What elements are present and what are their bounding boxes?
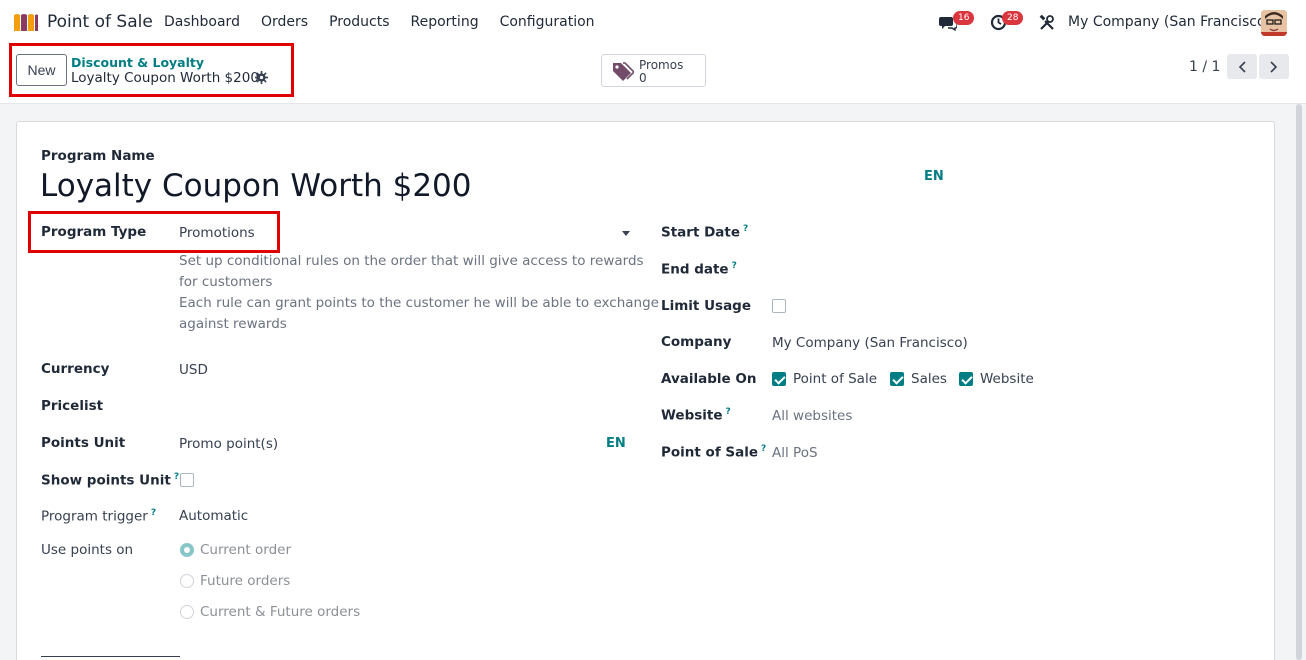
website-label: Website? bbox=[661, 407, 731, 424]
pricelist-label: Pricelist bbox=[41, 398, 104, 414]
radio-current-future-orders bbox=[180, 605, 194, 619]
pos-app-icon[interactable] bbox=[12, 11, 40, 33]
company-label: Company bbox=[661, 334, 732, 350]
end-date-label: End date? bbox=[661, 261, 737, 278]
limit-usage-checkbox[interactable] bbox=[772, 299, 786, 313]
website-text: Website bbox=[661, 407, 723, 424]
menu-reporting[interactable]: Reporting bbox=[411, 14, 479, 30]
start-date-text: Start Date bbox=[661, 224, 741, 241]
points-unit-label: Points Unit bbox=[41, 435, 126, 451]
radio-current-order-label: Current order bbox=[200, 542, 291, 558]
radio-current-order bbox=[180, 543, 194, 557]
messages-badge: 16 bbox=[953, 11, 975, 25]
help-tooltip-icon[interactable]: ? bbox=[743, 224, 748, 234]
program-type-help-line: against rewards bbox=[179, 316, 287, 332]
points-unit-input[interactable]: Promo point(s) bbox=[179, 436, 278, 452]
program-type-select[interactable]: Promotions bbox=[179, 225, 255, 241]
menu-orders[interactable]: Orders bbox=[261, 14, 308, 30]
help-tooltip-icon[interactable]: ? bbox=[732, 261, 737, 271]
point-of-sale-label: Point of Sale? bbox=[661, 444, 766, 461]
radio-current-future-orders-label: Current & Future orders bbox=[200, 604, 361, 620]
available-on-website-label: Website bbox=[980, 371, 1034, 387]
available-on-sales-label: Sales bbox=[911, 371, 947, 387]
breadcrumb-parent-link[interactable]: Discount & Loyalty bbox=[71, 55, 204, 70]
start-date-input[interactable] bbox=[772, 222, 1232, 244]
main-menu: Dashboard Orders Products Reporting Conf… bbox=[164, 14, 616, 30]
top-navbar: Point of Sale Dashboard Orders Products … bbox=[0, 0, 1306, 46]
menu-dashboard[interactable]: Dashboard bbox=[164, 14, 240, 30]
show-points-unit-label: Show points Unit? bbox=[41, 472, 179, 489]
pricelist-field[interactable] bbox=[179, 396, 619, 418]
help-tooltip-icon[interactable]: ? bbox=[726, 407, 731, 417]
menu-products[interactable]: Products bbox=[329, 14, 389, 30]
end-date-text: End date bbox=[661, 261, 729, 278]
program-type-help-line: Each rule can grant points to the custom… bbox=[179, 295, 659, 311]
help-tooltip-icon[interactable]: ? bbox=[761, 444, 766, 454]
start-date-label: Start Date? bbox=[661, 224, 748, 241]
show-points-unit-text: Show points Unit bbox=[41, 472, 171, 489]
program-name-lang-button[interactable]: EN bbox=[924, 169, 944, 184]
limit-usage-label: Limit Usage bbox=[661, 298, 752, 314]
program-trigger-label: Program trigger? bbox=[41, 508, 156, 525]
program-type-help-line: for customers bbox=[179, 274, 273, 290]
program-trigger-text: Program trigger bbox=[41, 508, 148, 525]
use-points-on-label: Use points on bbox=[41, 542, 134, 558]
program-trigger-value: Automatic bbox=[179, 508, 249, 524]
activities-badge: 28 bbox=[1002, 11, 1024, 25]
available-on-sales-checkbox[interactable] bbox=[890, 372, 904, 386]
program-name-input[interactable]: Loyalty Coupon Worth $200 bbox=[40, 168, 472, 204]
points-unit-lang-button[interactable]: EN bbox=[606, 436, 626, 451]
available-on-label: Available On bbox=[661, 371, 757, 387]
website-field[interactable]: All websites bbox=[772, 408, 852, 424]
chevron-down-icon[interactable] bbox=[622, 231, 630, 236]
point-of-sale-text: Point of Sale bbox=[661, 444, 759, 461]
program-name-label: Program Name bbox=[41, 148, 155, 164]
breadcrumb-current: Loyalty Coupon Worth $200 bbox=[71, 70, 259, 86]
promos-label: Promos bbox=[639, 58, 684, 72]
chevron-right-icon bbox=[1270, 60, 1278, 73]
point-of-sale-field[interactable]: All PoS bbox=[772, 445, 818, 461]
available-on-pos-label: Point of Sale bbox=[793, 371, 878, 387]
tab-underline bbox=[41, 656, 180, 657]
user-avatar[interactable] bbox=[1261, 10, 1287, 36]
available-on-pos-checkbox[interactable] bbox=[772, 372, 786, 386]
show-points-unit-checkbox[interactable] bbox=[180, 473, 194, 487]
end-date-input[interactable] bbox=[772, 259, 1232, 281]
currency-field[interactable]: USD bbox=[179, 362, 208, 378]
promos-count: 0 bbox=[639, 71, 647, 85]
radio-future-orders-label: Future orders bbox=[200, 573, 291, 589]
program-type-label: Program Type bbox=[41, 224, 147, 240]
help-tooltip-icon[interactable]: ? bbox=[151, 508, 156, 518]
pager-next-button[interactable] bbox=[1259, 54, 1289, 79]
pager-previous-button[interactable] bbox=[1227, 54, 1257, 79]
company-switcher[interactable]: My Company (San Francisco) bbox=[1068, 14, 1271, 30]
tools-icon[interactable] bbox=[1039, 15, 1055, 31]
company-field[interactable]: My Company (San Francisco) bbox=[772, 335, 968, 351]
help-tooltip-icon[interactable]: ? bbox=[174, 472, 179, 482]
pager-value[interactable]: 1 / 1 bbox=[1189, 59, 1220, 75]
app-name[interactable]: Point of Sale bbox=[47, 12, 153, 32]
tags-icon bbox=[613, 62, 634, 81]
gear-icon[interactable] bbox=[255, 71, 268, 84]
program-type-help-line: Set up conditional rules on the order th… bbox=[179, 253, 644, 269]
radio-future-orders bbox=[180, 574, 194, 588]
menu-configuration[interactable]: Configuration bbox=[500, 14, 595, 30]
new-button[interactable]: New bbox=[16, 54, 67, 86]
chevron-left-icon bbox=[1238, 60, 1246, 73]
promos-smart-button[interactable]: Promos 0 bbox=[601, 54, 706, 87]
currency-label: Currency bbox=[41, 361, 110, 377]
scrollbar[interactable] bbox=[1296, 104, 1302, 660]
available-on-website-checkbox[interactable] bbox=[959, 372, 973, 386]
